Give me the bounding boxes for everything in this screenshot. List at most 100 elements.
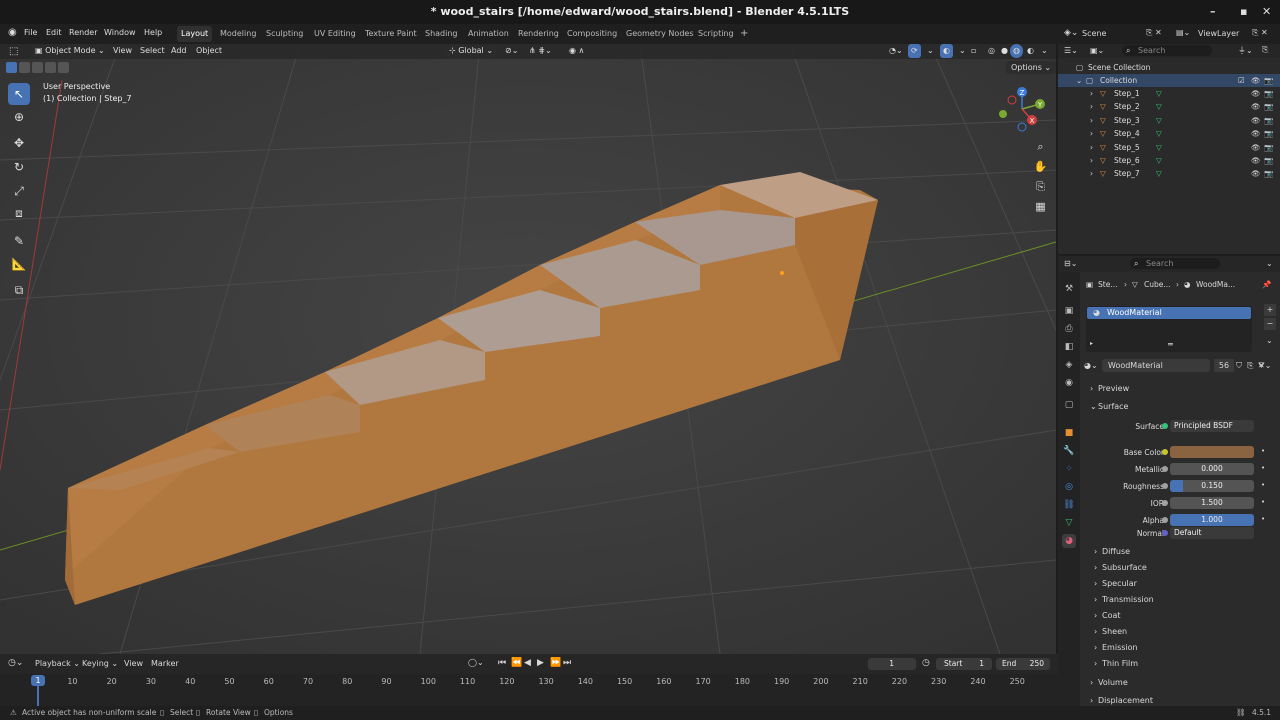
maximize-button[interactable]: ▪ — [1240, 0, 1247, 24]
tab-layout[interactable]: Layout — [177, 26, 213, 42]
outliner-item-step-7[interactable]: › ▽ Step_7 ▽ 👁 📷 — [1058, 167, 1280, 180]
shading-rendered-icon[interactable]: ◐ — [1024, 44, 1037, 58]
render-camera-icon[interactable]: 📷 — [1264, 154, 1273, 167]
outliner-item-step-6[interactable]: › ▽ Step_6 ▽ 👁 📷 — [1058, 154, 1280, 167]
render-camera-icon[interactable]: 📷 — [1264, 114, 1273, 127]
world-tab-icon[interactable]: ◉ — [1062, 376, 1076, 390]
render-camera-icon[interactable]: 📷 — [1264, 127, 1273, 140]
editor-type-icon[interactable]: ⬚ — [6, 45, 21, 59]
coat-subpanel[interactable]: › Coat — [1092, 609, 1276, 622]
specular-subpanel[interactable]: › Specular — [1092, 577, 1276, 590]
visibility-eye-icon[interactable]: 👁 — [1251, 100, 1261, 113]
metallic-keyframe-icon[interactable]: • — [1261, 464, 1265, 472]
diffuse-subpanel[interactable]: › Diffuse — [1092, 545, 1276, 558]
mesh-data-icon[interactable]: ▽ — [1156, 154, 1162, 167]
collection-expand-icon[interactable]: ⌄ — [1076, 74, 1082, 87]
menu-edit[interactable]: Edit — [46, 28, 62, 37]
gizmo-dropdown-icon[interactable]: ⌄ — [924, 44, 937, 58]
outliner-item-step-5[interactable]: › ▽ Step_5 ▽ 👁 📷 — [1058, 141, 1280, 154]
outliner-search-input[interactable]: ⌕ Search — [1122, 45, 1212, 56]
tab-animation[interactable]: Animation — [464, 26, 513, 42]
emission-subpanel[interactable]: › Emission — [1092, 641, 1276, 654]
select-subtract-icon[interactable] — [32, 62, 43, 73]
jump-keyframe-back-icon[interactable]: ⏪ — [511, 658, 522, 668]
material-tab-icon[interactable]: ◕ — [1062, 534, 1076, 548]
cursor-tool-icon[interactable]: ⊕ — [8, 106, 30, 128]
xray-icon[interactable]: ▫ — [968, 44, 979, 58]
jump-keyframe-forward-icon[interactable]: ⏩ — [550, 658, 561, 668]
preview-range-icon[interactable]: ◷ — [922, 658, 930, 668]
object-tab-icon[interactable]: ■ — [1062, 426, 1076, 440]
viewport-menu-add[interactable]: Add — [168, 44, 190, 58]
start-frame-field[interactable]: Start 1 — [936, 658, 992, 670]
play-icon[interactable]: ▶ — [537, 658, 544, 668]
fake-user-icon[interactable]: ⛉ — [1236, 359, 1242, 372]
camera-view-icon[interactable]: ⎘ — [1033, 179, 1048, 194]
roughness-keyframe-icon[interactable]: • — [1261, 481, 1265, 489]
outliner-new-collection-icon[interactable]: ⎘ — [1262, 45, 1268, 55]
mesh-data-icon[interactable]: ▽ — [1156, 87, 1162, 100]
snap-icon[interactable]: ⋔ ⋕⌄ — [526, 44, 555, 58]
scene-tab-icon[interactable]: ◈ — [1062, 358, 1076, 372]
material-slot-item[interactable]: ◕ WoodMaterial — [1087, 307, 1251, 319]
tab-geometry-nodes[interactable]: Geometry Nodes — [622, 26, 697, 42]
tab-sculpting[interactable]: Sculpting — [262, 26, 307, 42]
tab-uv-editing[interactable]: UV Editing — [310, 26, 360, 42]
user-count-badge[interactable]: 56 — [1214, 359, 1234, 372]
slot-list-expand-icon[interactable]: ▸ — [1090, 340, 1093, 347]
view-layer-name[interactable]: ViewLayer — [1198, 29, 1239, 38]
outliner-item-step-4[interactable]: › ▽ Step_4 ▽ 👁 📷 — [1058, 127, 1280, 140]
collection-row[interactable]: ⌄ ▢ Collection ☑ 👁 📷 — [1058, 74, 1280, 87]
outliner-expand-icon[interactable]: › — [1090, 100, 1093, 113]
select-new-icon[interactable] — [6, 62, 17, 73]
menu-window[interactable]: Window — [104, 28, 136, 37]
collection-visibility-icon[interactable]: 👁 — [1251, 74, 1261, 87]
base-color-keyframe-icon[interactable]: • — [1261, 447, 1265, 455]
visibility-eye-icon[interactable]: 👁 — [1251, 87, 1261, 100]
play-reverse-icon[interactable]: ◀ — [524, 658, 531, 668]
material-name-field[interactable]: WoodMaterial — [1102, 359, 1210, 372]
outliner-item-step-1[interactable]: › ▽ Step_1 ▽ 👁 📷 — [1058, 87, 1280, 100]
blender-logo-icon[interactable]: ◉ — [8, 27, 17, 38]
object-mode-dropdown[interactable]: ▣ Object Mode ⌄ — [32, 44, 108, 58]
select-invert-icon[interactable] — [45, 62, 56, 73]
breadcrumb-object[interactable]: Ste... — [1098, 280, 1117, 289]
orientation-dropdown[interactable]: ⊹ Global ⌄ — [446, 44, 497, 58]
alpha-field[interactable]: 1.000 — [1170, 514, 1254, 526]
outliner-expand-icon[interactable]: › — [1090, 167, 1093, 180]
viewport-menu-view[interactable]: View — [110, 44, 135, 58]
shading-dropdown-icon[interactable]: ⌄ — [1038, 44, 1051, 58]
collection-checkbox[interactable]: ☑ — [1238, 74, 1245, 87]
outliner-expand-icon[interactable]: › — [1090, 127, 1093, 140]
thin-film-subpanel[interactable]: › Thin Film — [1092, 657, 1276, 670]
visibility-eye-icon[interactable]: 👁 — [1251, 127, 1261, 140]
end-frame-field[interactable]: End 250 — [996, 658, 1050, 670]
auto-keying-icon[interactable]: ◯⌄ — [468, 658, 484, 667]
move-tool-icon[interactable]: ✥ — [8, 132, 30, 154]
add-workspace-button[interactable]: + — [736, 26, 752, 42]
rotate-tool-icon[interactable]: ↻ — [8, 156, 30, 178]
mesh-data-icon[interactable]: ▽ — [1156, 127, 1162, 140]
output-tab-icon[interactable]: ⎙ — [1062, 322, 1076, 336]
outliner-expand-icon[interactable]: › — [1090, 141, 1093, 154]
mesh-data-icon[interactable]: ▽ — [1156, 167, 1162, 180]
pan-hand-icon[interactable]: ✋ — [1033, 159, 1048, 174]
scene-collection-row[interactable]: ▢ Scene Collection — [1058, 61, 1280, 74]
slot-specials-icon[interactable]: ⌄ — [1266, 336, 1273, 345]
subsurface-subpanel[interactable]: › Subsurface — [1092, 561, 1276, 574]
tab-texture-paint[interactable]: Texture Paint — [361, 26, 421, 42]
outliner-item-step-2[interactable]: › ▽ Step_2 ▽ 👁 📷 — [1058, 100, 1280, 113]
outliner-filter-icon[interactable]: ⏚⌄ — [1238, 45, 1253, 56]
view-layer-tab-icon[interactable]: ◧ — [1062, 340, 1076, 354]
ior-keyframe-icon[interactable]: • — [1261, 498, 1265, 506]
base-color-field[interactable] — [1170, 446, 1254, 458]
menu-help[interactable]: Help — [144, 28, 162, 37]
visibility-icon[interactable]: ◔⌄ — [886, 44, 906, 58]
view-layer-new-icon[interactable]: ⎘ ✕ — [1252, 28, 1268, 38]
outliner-editor-icon[interactable]: ☰⌄ — [1064, 46, 1078, 55]
slot-list-resize-icon[interactable]: ═ — [1168, 340, 1173, 349]
duplicate-material-icon[interactable]: ⎘ — [1247, 359, 1253, 372]
outliner-expand-icon[interactable]: › — [1090, 114, 1093, 127]
zoom-icon[interactable]: ⌕ — [1033, 139, 1048, 154]
visibility-eye-icon[interactable]: 👁 — [1251, 141, 1261, 154]
